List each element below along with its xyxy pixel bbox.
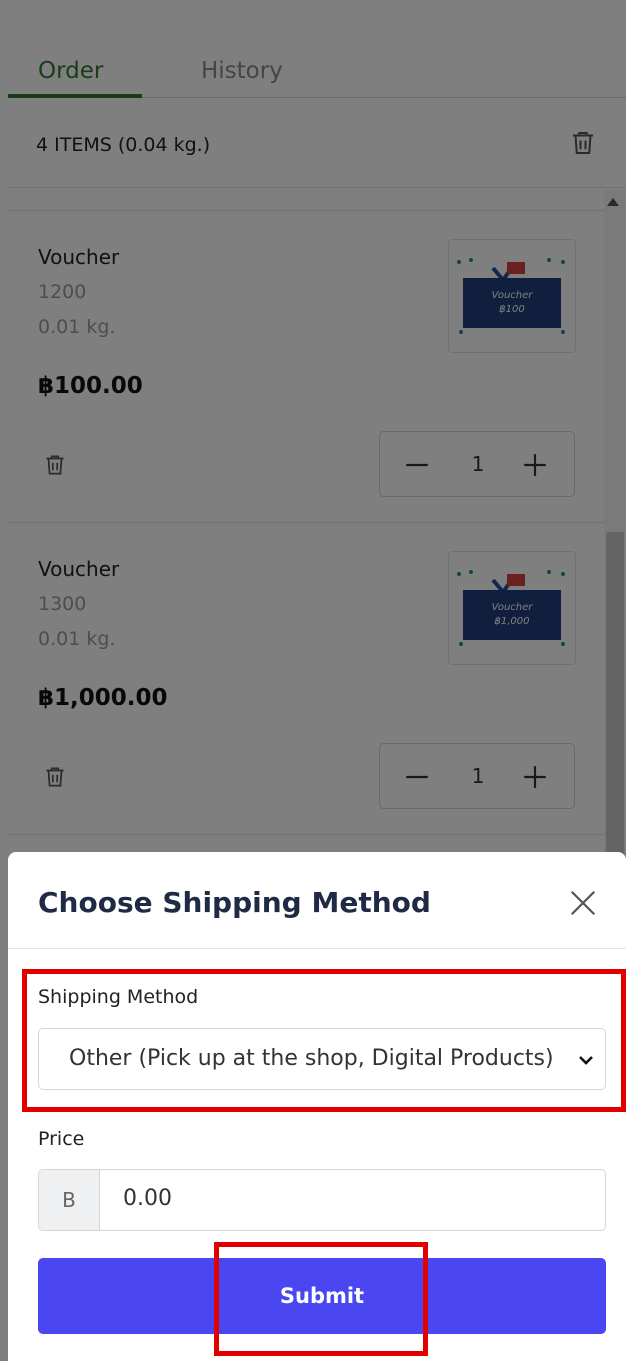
- currency-addon: B: [39, 1170, 100, 1230]
- chevron-down-icon: [579, 1056, 593, 1065]
- submit-button[interactable]: Submit: [38, 1258, 606, 1334]
- price-field: B 0.00: [38, 1169, 606, 1231]
- screen: Order History 4 ITEMS (0.04 kg.) Voucher…: [0, 0, 626, 1361]
- shipping-method-dialog: Choose Shipping Method Shipping Method O…: [8, 852, 626, 1361]
- price-input[interactable]: 0.00: [123, 1186, 172, 1211]
- shipping-method-value: Other (Pick up at the shop, Digital Prod…: [69, 1046, 554, 1071]
- price-label: Price: [38, 1128, 85, 1150]
- shipping-method-select[interactable]: Other (Pick up at the shop, Digital Prod…: [38, 1028, 606, 1090]
- dialog-title: Choose Shipping Method: [38, 886, 431, 919]
- shipping-method-label: Shipping Method: [38, 986, 199, 1008]
- divider: [8, 948, 626, 949]
- close-icon[interactable]: [568, 888, 598, 918]
